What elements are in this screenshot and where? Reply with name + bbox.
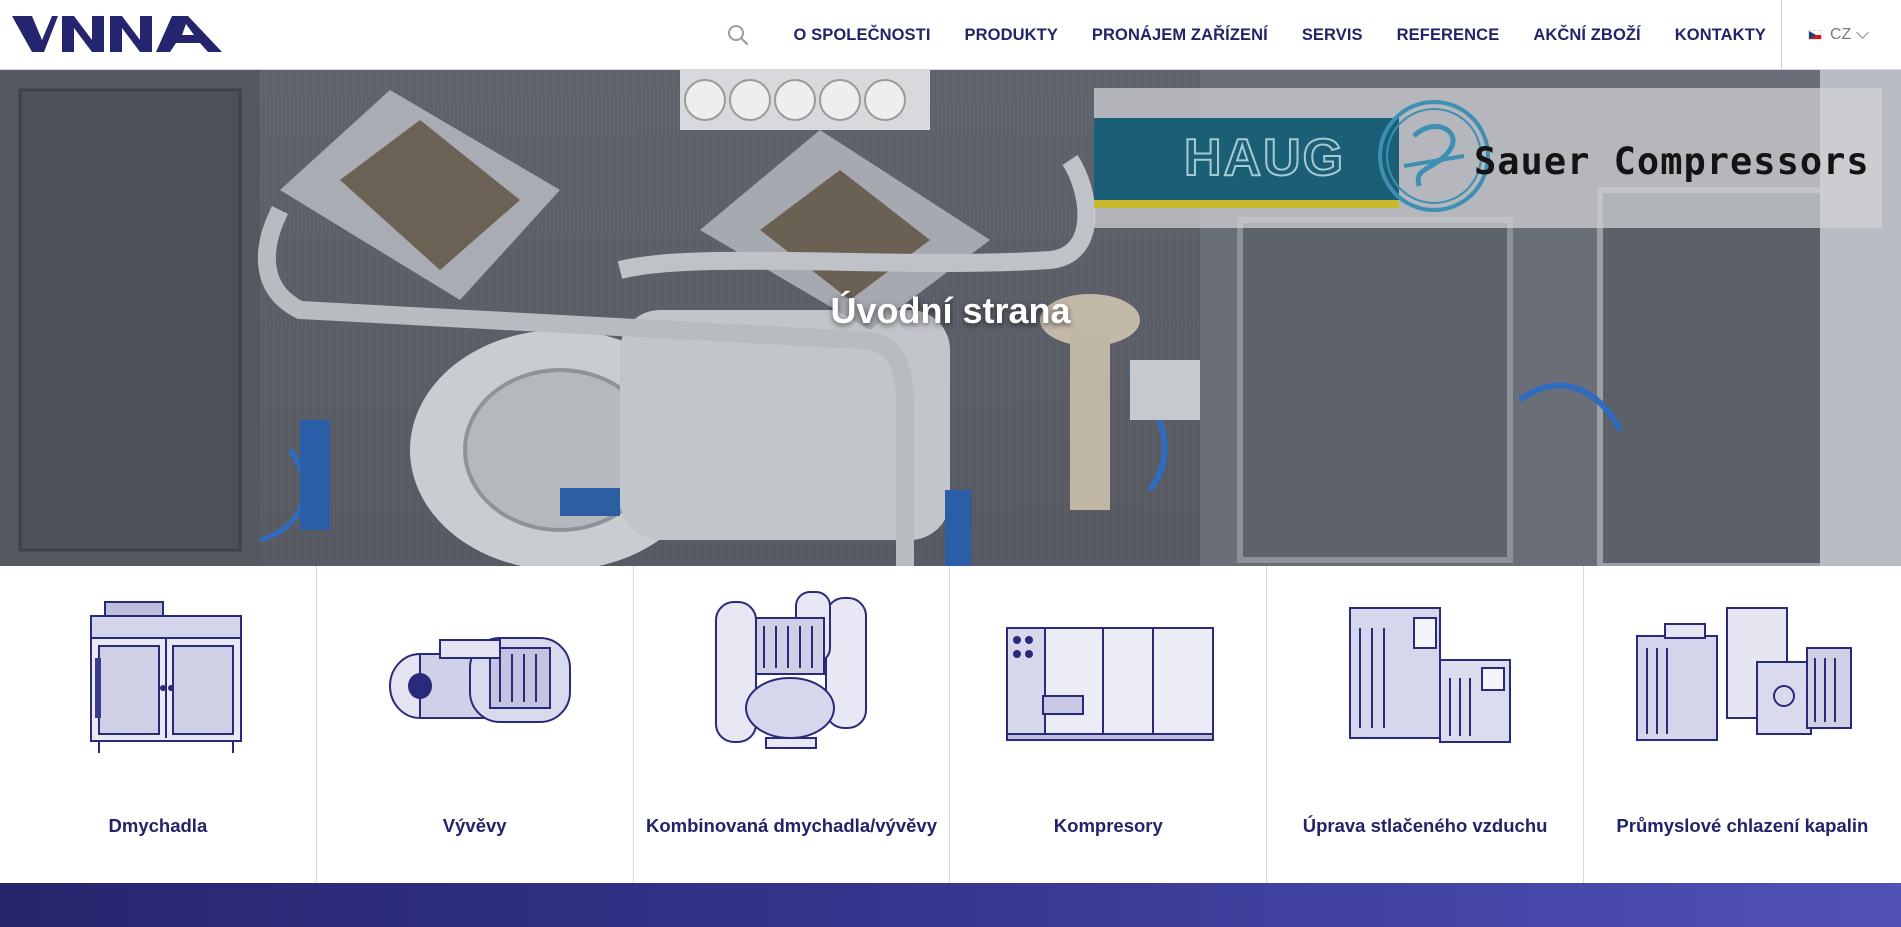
nav-item-references[interactable]: REFERENCE <box>1397 26 1500 45</box>
hero-banner: HAUG Sauer Compressors Úvodní strana <box>0 70 1901 566</box>
compressor-cabinet-icon <box>1006 627 1215 741</box>
category-label: Průmyslové chlazení kapalin <box>1616 815 1869 836</box>
nav-item-about[interactable]: O SPOLEČNOSTI <box>794 26 931 45</box>
category-card-vacuum-pumps[interactable]: Vývěvy <box>317 566 634 883</box>
category-label: Vývěvy <box>442 815 507 836</box>
vacuum-pump-icon <box>388 637 571 723</box>
category-card-industrial-cooling[interactable]: Průmyslové chlazení kapalin <box>1584 566 1901 883</box>
category-label: Kompresory <box>1053 815 1163 836</box>
combined-blower-vacuum-icon <box>715 591 868 749</box>
brand-logo-banner: HAUG Sauer Compressors <box>1094 88 1882 228</box>
nav-item-products[interactable]: PRODUKTY <box>965 26 1058 45</box>
footer-gradient-band <box>0 883 1901 927</box>
language-label: CZ <box>1830 26 1852 43</box>
category-label: Úprava stlačeného vzduchu <box>1302 815 1548 836</box>
nav-item-special-offers[interactable]: AKČNÍ ZBOŽÍ <box>1533 26 1640 45</box>
category-label: Kombinovaná dmychadla/vývěvy <box>646 815 937 836</box>
nav-item-rental[interactable]: PRONÁJEM ZAŘÍZENÍ <box>1092 26 1268 45</box>
category-card-compressors[interactable]: Kompresory <box>950 566 1268 883</box>
czech-flag-icon <box>1808 30 1822 40</box>
sauer-logo-text: Sauer Compressors <box>1474 140 1870 183</box>
main-navigation: O SPOLEČNOSTI PRODUKTY PRONÁJEM ZAŘÍZENÍ… <box>725 0 1781 70</box>
blower-unit-icon <box>89 601 242 753</box>
language-selector[interactable]: CZ <box>1781 0 1901 70</box>
category-card-air-treatment[interactable]: Úprava stlačeného vzduchu <box>1267 566 1584 883</box>
search-button[interactable] <box>725 22 751 48</box>
haug-logo-underline <box>1094 200 1399 208</box>
nav-item-contacts[interactable]: KONTAKTY <box>1675 26 1766 45</box>
category-card-blowers[interactable]: Dmychadla <box>0 566 317 883</box>
haug-logo-text: HAUG <box>1183 128 1346 188</box>
site-header: O SPOLEČNOSTI PRODUKTY PRONÁJEM ZAŘÍZENÍ… <box>0 0 1901 70</box>
company-logo[interactable] <box>12 14 222 54</box>
industrial-chiller-icon <box>1636 607 1853 741</box>
page-title: Úvodní strana <box>830 290 1071 331</box>
search-icon <box>727 25 748 46</box>
category-card-combined[interactable]: Kombinovaná dmychadla/vývěvy <box>634 566 951 883</box>
chevron-down-icon <box>1856 26 1870 39</box>
category-label: Dmychadla <box>108 815 208 836</box>
air-dryer-icon <box>1349 607 1512 743</box>
nav-item-service[interactable]: SERVIS <box>1302 26 1363 45</box>
product-categories: Dmychadla Vývěvy Kombinovaná dmychadla/v… <box>0 566 1901 883</box>
